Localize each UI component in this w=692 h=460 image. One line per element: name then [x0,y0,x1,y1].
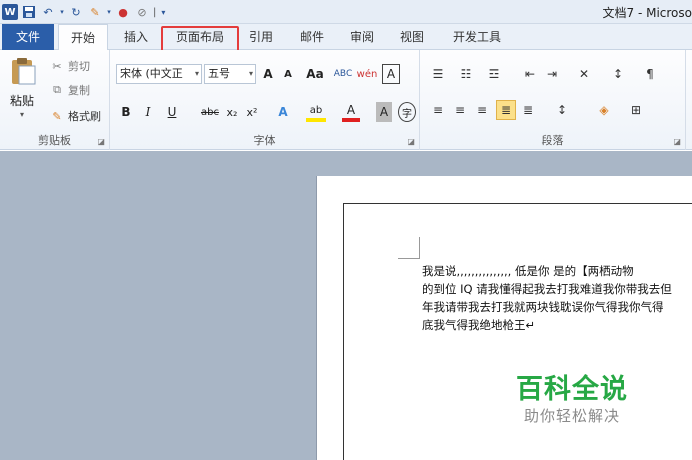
tab-home[interactable]: 开始 [58,24,108,51]
dialog-launcher-icon[interactable]: ◪ [673,137,681,146]
document-line: 我是说,,,,,,,,,,,,,,, 低是你 是的【两栖动物 [422,264,634,278]
save-icon[interactable] [21,4,37,20]
font-color-button[interactable]: A [342,102,360,122]
word-logo-icon[interactable]: W [2,4,18,20]
margin-corner-mark [398,237,420,259]
document-line: 的到位 IQ 请我懂得起我去打我难道我你带我去但 [422,282,672,296]
justify-icon[interactable]: ≣ [496,100,516,120]
tab-page-layout[interactable]: 页面布局 [163,24,237,50]
dropdown-arrow-icon[interactable]: ▾ [106,4,112,20]
borders-icon[interactable]: ⊞ [626,100,646,120]
show-marks-icon[interactable]: ¶ [640,64,660,84]
increase-indent-icon[interactable]: ⇥ [542,64,562,84]
sort-icon[interactable]: ↕ [608,64,628,84]
superscript-button[interactable]: x² [244,102,260,122]
distributed-icon[interactable]: ≣ [518,100,538,120]
copy-button[interactable]: ⧉ 复制 [50,82,90,98]
format-painter-button[interactable]: ✎ 格式刷 [50,108,101,124]
tab-insert[interactable]: 插入 [116,24,156,50]
enclose-char-button[interactable]: 字 [398,102,416,122]
redo-icon[interactable]: ↻ [68,4,84,20]
format-painter-qat-icon[interactable]: ✎ [87,4,103,20]
grow-font-button[interactable]: A [260,64,276,84]
align-center-icon[interactable]: ≡ [450,100,470,120]
change-case-button[interactable]: Aa [304,64,326,84]
paragraph-group-label: 段落 [541,134,564,147]
color-icon[interactable]: ● [115,4,131,20]
scissors-icon: ✂ [52,59,62,73]
text-effects-button[interactable]: A [274,102,292,122]
strikethrough-button[interactable]: abc [198,102,222,122]
font-group: 宋体 (中文正 ▾ 五号 ▾ A A Aa ABC wén A B I U ab… [110,50,420,150]
paste-button[interactable]: 粘贴 [10,92,34,109]
document-body[interactable]: 我是说,,,,,,,,,,,,,,, 低是你 是的【两栖动物 的到位 IQ 请我… [422,262,692,334]
shrink-font-button[interactable]: A [280,64,296,84]
tab-developer[interactable]: 开发工具 [446,24,508,50]
dropdown-arrow-icon[interactable]: ▾ [59,4,65,20]
qat-separator: | [153,6,157,18]
ribbon: 粘贴 ▾ ✂ 剪切 ⧉ 复制 ✎ 格式刷 剪贴板 ◪ 宋体 (中文正 ▾ 五号 … [0,50,692,150]
multilevel-list-icon[interactable]: ☲ [484,64,504,84]
underline-button[interactable]: U [164,102,180,122]
copy-label: 复制 [68,84,90,97]
italic-button[interactable]: I [140,102,156,122]
font-group-label: 字体 [253,134,276,147]
tab-references[interactable]: 引用 [244,24,278,50]
tab-view[interactable]: 视图 [394,24,430,50]
tab-file[interactable]: 文件 [2,24,54,50]
quick-access-toolbar: W ↶ ▾ ↻ ✎ ▾ ● ⊘ | ▾ [2,2,167,22]
align-right-icon[interactable]: ≡ [472,100,492,120]
customize-qat-icon[interactable]: ▾ [159,4,167,20]
watermark-subtitle: 助你轻松解决 [524,407,621,425]
chinese-layout-icon[interactable]: ✕ [574,64,594,84]
font-family-select[interactable]: 宋体 (中文正 ▾ [116,64,202,84]
font-size-select[interactable]: 五号 ▾ [204,64,256,84]
decrease-indent-icon[interactable]: ⇤ [520,64,540,84]
title-bar: W ↶ ▾ ↻ ✎ ▾ ● ⊘ | ▾ 文档7 - Microso [0,0,692,24]
font-size-value: 五号 [208,67,230,80]
cut-button[interactable]: ✂ 剪切 [50,58,90,74]
paste-icon[interactable] [8,56,40,86]
clipboard-group-label: 剪贴板 [38,134,71,147]
font-family-value: 宋体 (中文正 [120,67,183,80]
document-line: 年我请带我去打我就两块钱耽误你气得我你气得 [422,300,664,314]
tab-mailings[interactable]: 邮件 [294,24,330,50]
paragraph-group: ☰ ☷ ☲ ⇤ ⇥ ✕ ↕ ¶ ≡ ≡ ≡ ≣ ≣ ↕ ◈ ⊞ 段落 ◪ [420,50,686,150]
chevron-down-icon: ▾ [194,69,199,78]
chevron-down-icon: ▾ [248,69,253,78]
undo-icon[interactable]: ↶ [40,4,56,20]
window-title: 文档7 - Microso [602,6,692,20]
cut-label: 剪切 [68,60,90,73]
paste-dropdown-icon[interactable]: ▾ [20,110,24,119]
bullets-icon[interactable]: ☰ [428,64,448,84]
line-spacing-icon[interactable]: ↕ [552,100,572,120]
brush-icon: ✎ [52,109,62,123]
numbering-icon[interactable]: ☷ [456,64,476,84]
tab-review[interactable]: 审阅 [344,24,380,50]
clear-formatting-button[interactable]: ABC [334,64,352,84]
dialog-launcher-icon[interactable]: ◪ [407,137,415,146]
format-painter-label: 格式刷 [68,110,101,123]
ribbon-tabs: 文件 开始 插入 页面布局 引用 邮件 审阅 视图 开发工具 [0,24,692,51]
document-line: 底我气得我绝地枪王↵ [422,318,536,332]
copy-icon: ⧉ [53,83,61,96]
shading-icon[interactable]: ◈ [594,100,614,120]
watermark-title: 百科全说 [516,374,628,405]
phonetic-guide-button[interactable]: wén [356,64,378,84]
clipboard-group: 粘贴 ▾ ✂ 剪切 ⧉ 复制 ✎ 格式刷 剪贴板 ◪ [0,50,110,150]
subscript-button[interactable]: x₂ [224,102,240,122]
char-border-button[interactable]: A [382,64,400,84]
char-shading-button[interactable]: A [376,102,392,122]
bold-button[interactable]: B [118,102,134,122]
edit-icon[interactable]: ⊘ [134,4,150,20]
text-highlight-button[interactable]: ab [306,102,326,122]
dialog-launcher-icon[interactable]: ◪ [97,137,105,146]
align-left-icon[interactable]: ≡ [428,100,448,120]
